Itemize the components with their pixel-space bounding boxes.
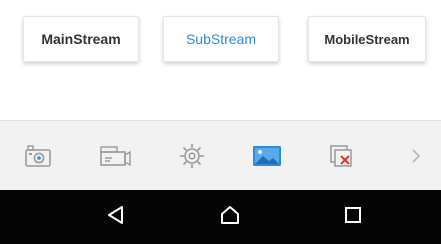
back-triangle-icon xyxy=(106,204,126,231)
stream-selector: MainStream SubStream MobileStream xyxy=(0,0,441,110)
close-window-button[interactable] xyxy=(324,138,360,174)
mainstream-button[interactable]: MainStream xyxy=(23,16,139,62)
settings-button[interactable] xyxy=(174,138,210,174)
recents-button[interactable] xyxy=(333,200,373,234)
more-tools-button[interactable] xyxy=(398,138,434,174)
settings-gear-icon xyxy=(177,141,207,171)
back-button[interactable] xyxy=(96,200,136,234)
snapshot-camera-icon xyxy=(23,143,53,169)
image-quality-icon xyxy=(251,143,283,169)
home-house-icon xyxy=(219,204,241,231)
record-video-icon xyxy=(98,143,132,169)
home-button[interactable] xyxy=(210,200,250,234)
substream-button[interactable]: SubStream xyxy=(163,16,279,62)
snapshot-button[interactable] xyxy=(20,138,56,174)
playback-toolbar xyxy=(0,120,441,191)
chevron-right-icon xyxy=(409,146,423,166)
android-navigation-bar xyxy=(0,190,441,244)
mobilestream-button[interactable]: MobileStream xyxy=(308,16,426,62)
recents-square-icon xyxy=(343,205,363,230)
image-quality-button[interactable] xyxy=(249,138,285,174)
record-button[interactable] xyxy=(97,138,133,174)
close-window-icon xyxy=(327,142,357,170)
